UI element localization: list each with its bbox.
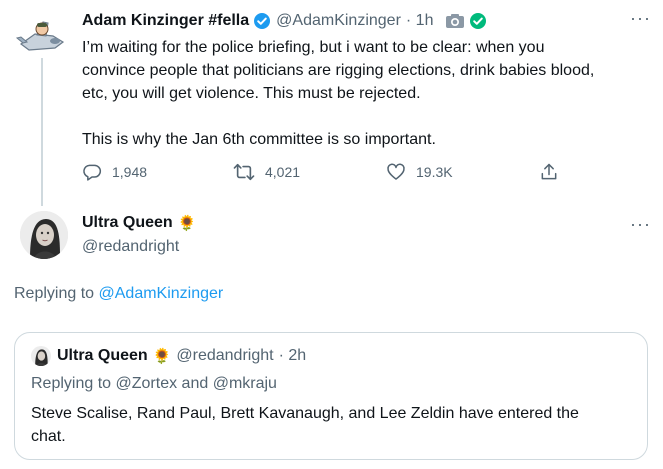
tweet-text-line: convince people that politicians are rig… xyxy=(82,62,595,79)
retweet-button[interactable]: 4,021 xyxy=(233,162,300,182)
display-name: Ultra Queen xyxy=(57,347,148,364)
affiliate-check-icon xyxy=(469,12,487,30)
reply-button[interactable]: 1,948 xyxy=(82,162,147,182)
tweet-text-line: This is why the Jan 6th committee is so … xyxy=(82,131,436,148)
share-icon xyxy=(539,162,559,182)
like-count: 19.3K xyxy=(416,164,453,180)
quote-avatar xyxy=(31,346,51,366)
replying-label: Replying to xyxy=(31,375,112,392)
sunflower-emoji: 🌻 xyxy=(177,215,197,232)
reply-count: 1,948 xyxy=(112,164,148,180)
reply-icon xyxy=(82,162,102,182)
tweet-text-line: etc, you will get violence. This must be… xyxy=(82,85,421,102)
retweet-icon xyxy=(233,162,255,182)
like-button[interactable]: 19.3K xyxy=(386,162,453,182)
verified-badge-icon xyxy=(253,12,271,30)
quote-header: Ultra Queen 🌻 @redandright · 2h xyxy=(57,347,306,365)
more-options-button[interactable]: ··· xyxy=(630,8,651,29)
avatar-ultra-queen[interactable] xyxy=(20,211,68,259)
like-icon xyxy=(386,162,406,182)
more-options-button[interactable]: ··· xyxy=(630,214,651,235)
display-name[interactable]: Ultra Queen xyxy=(82,214,173,232)
display-name[interactable]: Adam Kinzinger #fella xyxy=(82,12,249,30)
replying-and: and xyxy=(181,375,209,392)
replying-to: Replying to @AdamKinzinger xyxy=(14,285,223,303)
share-button[interactable] xyxy=(539,162,559,182)
timestamp[interactable]: · 1h xyxy=(406,12,434,30)
quote-text-line: Steve Scalise, Rand Paul, Brett Kavanaug… xyxy=(31,405,579,422)
sunflower-emoji: 🌻 xyxy=(152,348,172,365)
replying-handle-link[interactable]: @AdamKinzinger xyxy=(99,285,224,302)
tweet-text-line: I’m waiting for the police briefing, but… xyxy=(82,39,545,56)
handle[interactable]: @AdamKinzinger xyxy=(276,12,401,30)
handle[interactable]: @redandright xyxy=(82,238,179,256)
replying-label: Replying to xyxy=(14,285,95,302)
tweet2-header: Ultra Queen 🌻 xyxy=(82,214,196,232)
thread-line xyxy=(41,58,43,206)
tweet1-body: I’m waiting for the police briefing, but… xyxy=(82,36,652,151)
handle: @redandright xyxy=(176,347,274,364)
retweet-count: 4,021 xyxy=(265,164,301,180)
quote-text-line: chat. xyxy=(31,428,66,445)
camera-icon xyxy=(445,13,465,29)
avatar-adam[interactable] xyxy=(15,12,67,64)
replying-handle: @Zortex xyxy=(115,375,178,392)
quote-body: Steve Scalise, Rand Paul, Brett Kavanaug… xyxy=(31,402,631,448)
tweet1-header: Adam Kinzinger #fella @AdamKinzinger · 1… xyxy=(82,10,487,32)
replying-handle: @mkraju xyxy=(212,375,277,392)
timestamp: · 2h xyxy=(278,347,307,364)
quote-replying-to: Replying to @Zortex and @mkraju xyxy=(31,375,277,393)
